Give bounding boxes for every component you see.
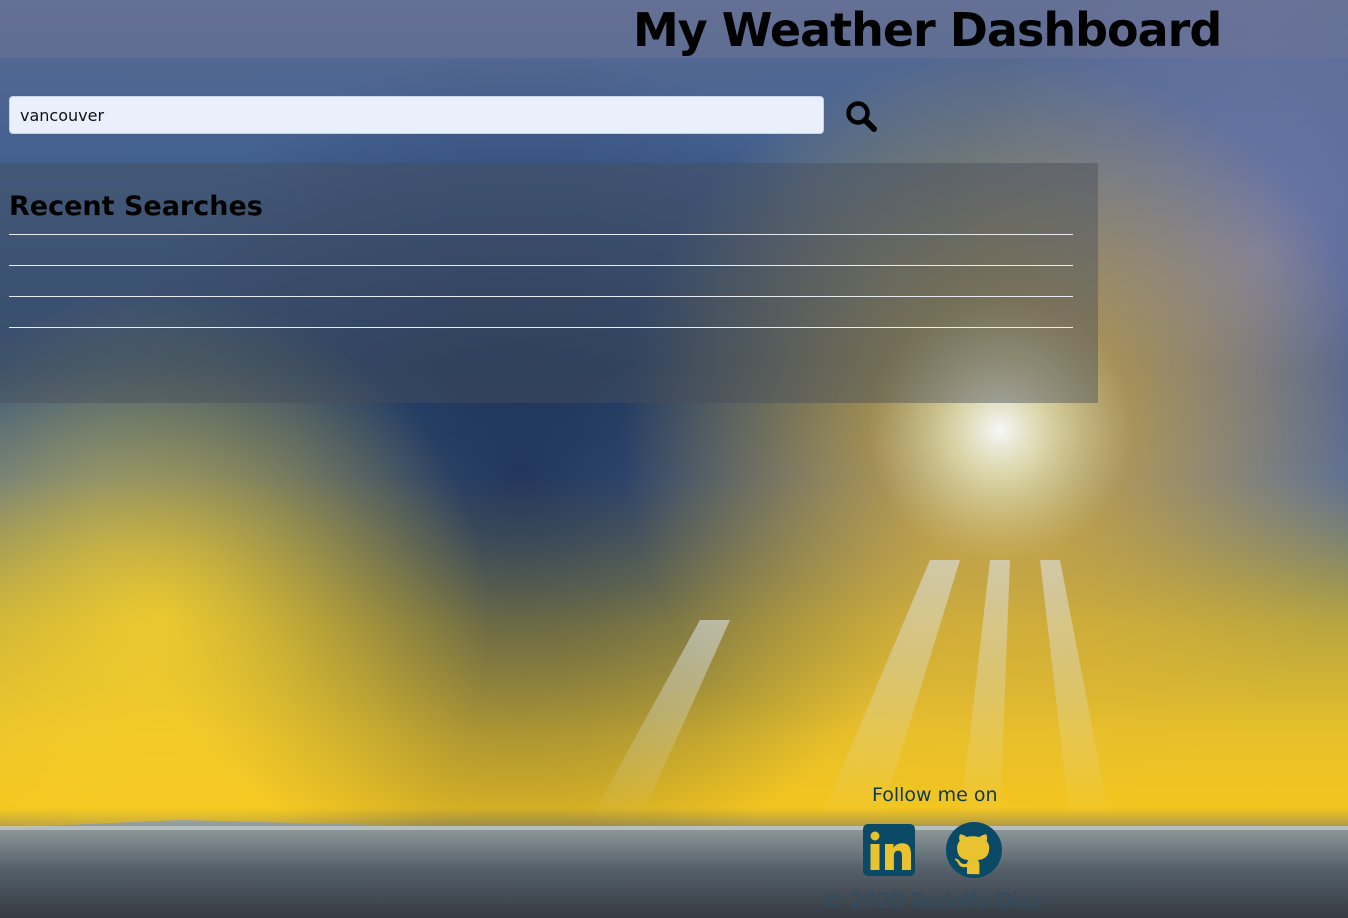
search-button[interactable] [843,99,879,133]
page-title: My Weather Dashboard [633,3,1222,57]
recent-searches-title: Recent Searches [9,191,263,222]
copyright-text: © 2020 Rodolfo Diaz [823,889,1043,913]
page: My Weather Dashboard Recent Searches Fol… [0,0,1348,918]
github-icon [946,822,1002,878]
recent-search-item[interactable] [9,296,1073,297]
search-icon [846,101,877,132]
recent-search-item[interactable] [9,265,1073,266]
background-image [0,0,1348,918]
linkedin-icon [863,824,915,876]
linkedin-link[interactable] [860,821,918,879]
recent-search-item[interactable] [9,234,1073,235]
recent-search-item[interactable] [9,327,1073,328]
github-link[interactable] [945,821,1003,879]
search-input[interactable] [9,96,824,134]
follow-label: Follow me on [872,784,998,806]
